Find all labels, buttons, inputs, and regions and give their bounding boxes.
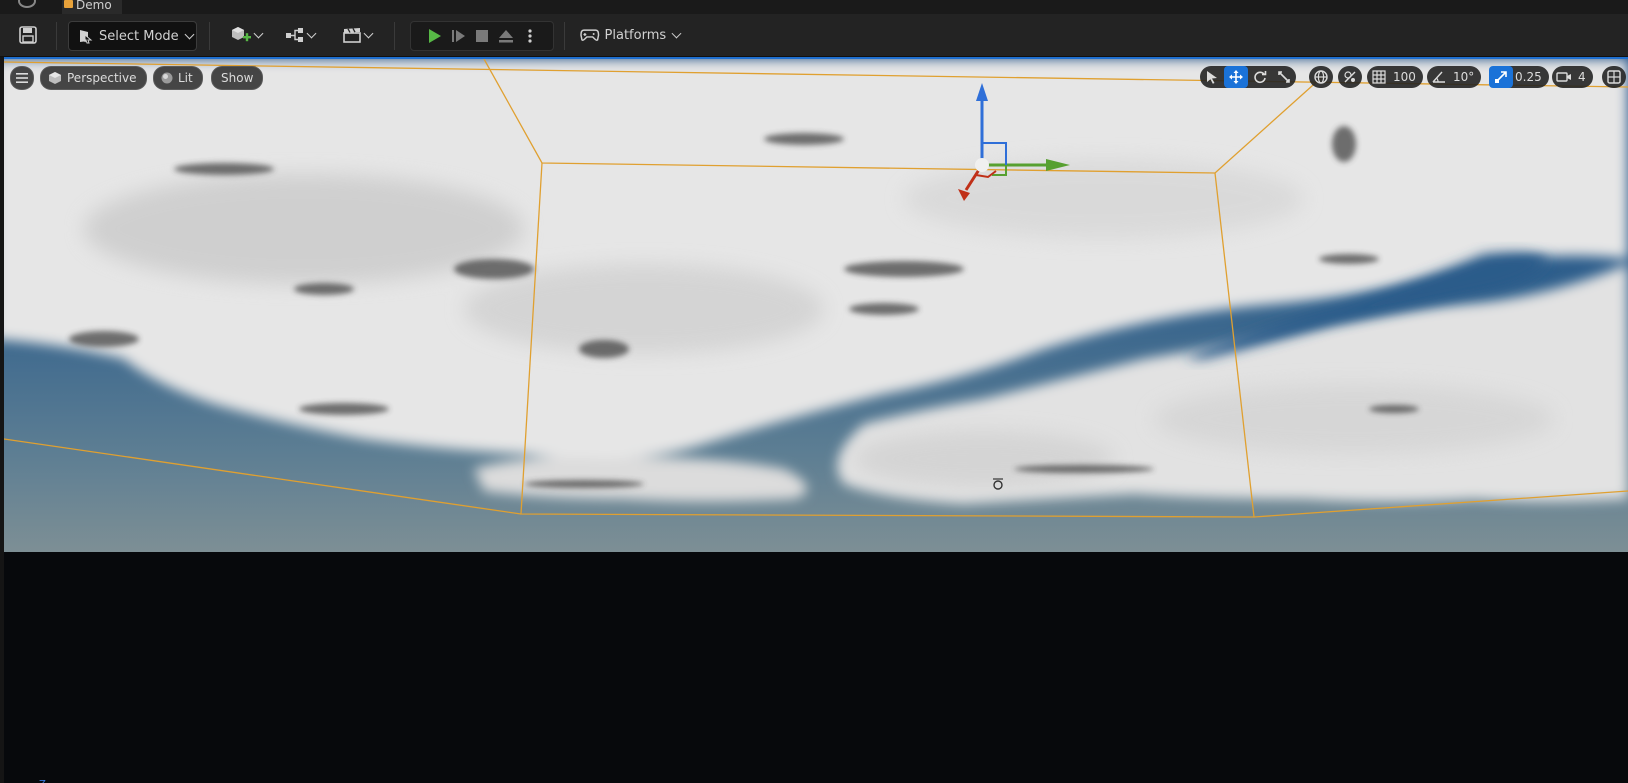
- advance-frame-button[interactable]: [446, 25, 470, 47]
- move-arrows-icon: [1229, 70, 1243, 84]
- transform-tools: [1200, 66, 1296, 88]
- step-forward-icon: [452, 30, 465, 42]
- lit-label: Lit: [178, 71, 193, 85]
- lit-dropdown[interactable]: Lit: [153, 66, 203, 90]
- scale-snap-control[interactable]: 0.25: [1489, 66, 1549, 88]
- layout-grid-icon: [1607, 70, 1621, 84]
- chevron-down-icon: [253, 28, 264, 39]
- axis-indicator: Z Y X: [39, 779, 46, 783]
- stop-button[interactable]: [470, 25, 494, 47]
- add-actor-button[interactable]: [228, 21, 264, 49]
- eject-button[interactable]: [494, 25, 518, 47]
- more-vertical-icon: [528, 29, 532, 43]
- rotation-snap-value: 10°: [1453, 70, 1475, 84]
- chevron-down-icon: [363, 28, 374, 39]
- scale-icon: [1278, 71, 1290, 83]
- level-tab-label: Demo: [76, 0, 112, 12]
- angle-icon: [1432, 71, 1445, 83]
- blueprint-icon: [286, 28, 303, 42]
- translate-tool-button[interactable]: [1224, 66, 1248, 88]
- toolbar-divider: [564, 22, 565, 50]
- camera-speed-button[interactable]: [1552, 66, 1576, 88]
- globe-icon: [1314, 70, 1328, 84]
- level-icon: [64, 0, 73, 8]
- hamburger-icon: [16, 73, 28, 83]
- scale-tool-button[interactable]: [1272, 66, 1296, 88]
- lit-sphere-icon: [161, 72, 173, 84]
- select-tool-button[interactable]: [1200, 66, 1224, 88]
- blueprint-button[interactable]: [282, 21, 318, 49]
- scale-snap-toggle[interactable]: [1489, 66, 1513, 88]
- perspective-cube-icon: [49, 72, 61, 84]
- add-cube-icon: [232, 27, 251, 42]
- play-options-button[interactable]: [518, 25, 542, 47]
- clapperboard-icon: [343, 28, 361, 43]
- cinematics-button[interactable]: [338, 21, 376, 49]
- show-label: Show: [221, 71, 254, 85]
- play-button[interactable]: [422, 25, 446, 47]
- cursor-icon: [1207, 71, 1217, 84]
- camera-speed-control[interactable]: 4: [1552, 66, 1593, 88]
- play-controls: [410, 21, 554, 51]
- grid-snap-toggle[interactable]: [1367, 66, 1391, 88]
- rotation-snap-control[interactable]: 10°: [1427, 66, 1482, 88]
- video-camera-icon: [1556, 72, 1571, 82]
- toolbar-divider: [394, 22, 395, 50]
- title-strip: Demo: [0, 0, 1628, 14]
- perspective-label: Perspective: [67, 71, 137, 85]
- app-logo-icon: [18, 0, 36, 8]
- main-toolbar: Select Mode Platforms: [0, 14, 1628, 57]
- rotation-snap-toggle[interactable]: [1427, 66, 1451, 88]
- coordinate-system-button[interactable]: [1309, 66, 1333, 88]
- surface-snapping-button[interactable]: [1338, 66, 1362, 88]
- save-icon: [19, 26, 37, 44]
- chevron-down-icon: [184, 29, 195, 40]
- save-button[interactable]: [16, 21, 40, 49]
- platforms-dropdown[interactable]: Platforms: [580, 21, 682, 49]
- grid-snap-value: 100: [1393, 70, 1416, 84]
- chevron-down-icon: [671, 28, 682, 39]
- viewport-layout-button[interactable]: [1602, 66, 1626, 88]
- toolbar-divider: [56, 22, 57, 50]
- viewport-menu-button[interactable]: [10, 66, 34, 90]
- surface-snap-icon: [1344, 71, 1356, 83]
- camera-speed-value: 4: [1578, 70, 1586, 84]
- scale-snap-value: 0.25: [1515, 70, 1542, 84]
- stop-icon: [476, 30, 488, 42]
- select-mode-dropdown[interactable]: Select Mode: [68, 21, 197, 51]
- level-tab[interactable]: Demo: [62, 0, 122, 14]
- eject-icon: [499, 30, 513, 43]
- rotate-tool-button[interactable]: [1248, 66, 1272, 88]
- viewport-scene: [4, 59, 1628, 783]
- grid-icon: [1372, 70, 1386, 84]
- scale-snap-icon: [1495, 71, 1507, 83]
- chevron-down-icon: [306, 28, 317, 39]
- grid-snap-control[interactable]: 100: [1367, 66, 1423, 88]
- axis-z-label: Z: [39, 779, 46, 783]
- select-mode-icon: [80, 30, 93, 44]
- platforms-label: Platforms: [604, 27, 667, 43]
- toolbar-divider: [209, 22, 210, 50]
- level-viewport[interactable]: Perspective Lit Show 100 10° 0.25 4: [4, 57, 1628, 783]
- show-dropdown[interactable]: Show: [211, 66, 264, 90]
- play-icon: [429, 29, 441, 43]
- select-mode-label: Select Mode: [99, 28, 179, 44]
- perspective-dropdown[interactable]: Perspective: [40, 66, 147, 90]
- gamepad-icon: [580, 29, 600, 41]
- rotate-icon: [1254, 71, 1267, 84]
